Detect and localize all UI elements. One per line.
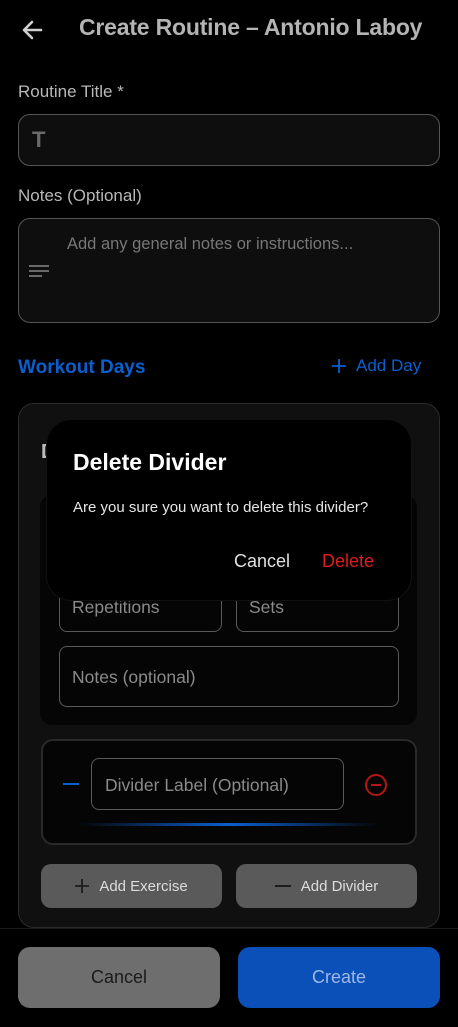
notes-placeholder: Add any general notes or instructions... [67, 235, 354, 253]
footer-divider [0, 928, 458, 929]
exercise-notes-input[interactable]: Notes (optional) [59, 646, 399, 707]
back-button[interactable] [18, 16, 46, 44]
dialog-cancel-button[interactable]: Cancel [234, 551, 290, 572]
minus-icon [274, 885, 291, 887]
text-t-icon: T [32, 127, 46, 152]
minus-icon[interactable] [63, 783, 79, 785]
dialog-delete-button[interactable]: Delete [322, 551, 374, 572]
page-title: Create Routine – Antonio Laboy [79, 14, 423, 40]
dialog-message: Are you sure you want to delete this div… [73, 499, 369, 516]
add-divider-button[interactable]: Add Divider [236, 864, 417, 908]
sets-placeholder: Sets [249, 597, 285, 617]
repetitions-placeholder: Repetitions [72, 597, 160, 617]
divider-label-placeholder: Divider Label (Optional) [105, 775, 289, 795]
notes-lines-icon [29, 265, 49, 277]
add-divider-label: Add Divider [300, 877, 379, 895]
divider-label-input[interactable]: Divider Label (Optional) [91, 758, 344, 810]
remove-circle-icon[interactable] [364, 773, 388, 797]
workout-days-heading: Workout Days [18, 357, 146, 378]
plus-icon [332, 359, 346, 373]
routine-title-input[interactable]: T [18, 114, 440, 166]
plus-icon [75, 879, 90, 893]
notes-label: Notes (Optional) [18, 186, 142, 205]
dialog-title: Delete Divider [73, 449, 227, 475]
routine-title-label: Routine Title * [18, 82, 124, 101]
notes-input[interactable]: Add any general notes or instructions... [18, 218, 440, 323]
add-exercise-label: Add Exercise [99, 877, 188, 895]
create-button[interactable]: Create [238, 947, 440, 1008]
add-day-label: Add Day [356, 356, 422, 375]
divider-accent-line [79, 823, 379, 826]
add-day-button[interactable]: Add Day [332, 356, 421, 376]
cancel-button[interactable]: Cancel [18, 947, 220, 1008]
arrow-left-icon [22, 20, 43, 40]
exercise-notes-placeholder: Notes (optional) [72, 667, 196, 687]
add-exercise-button[interactable]: Add Exercise [41, 864, 222, 908]
